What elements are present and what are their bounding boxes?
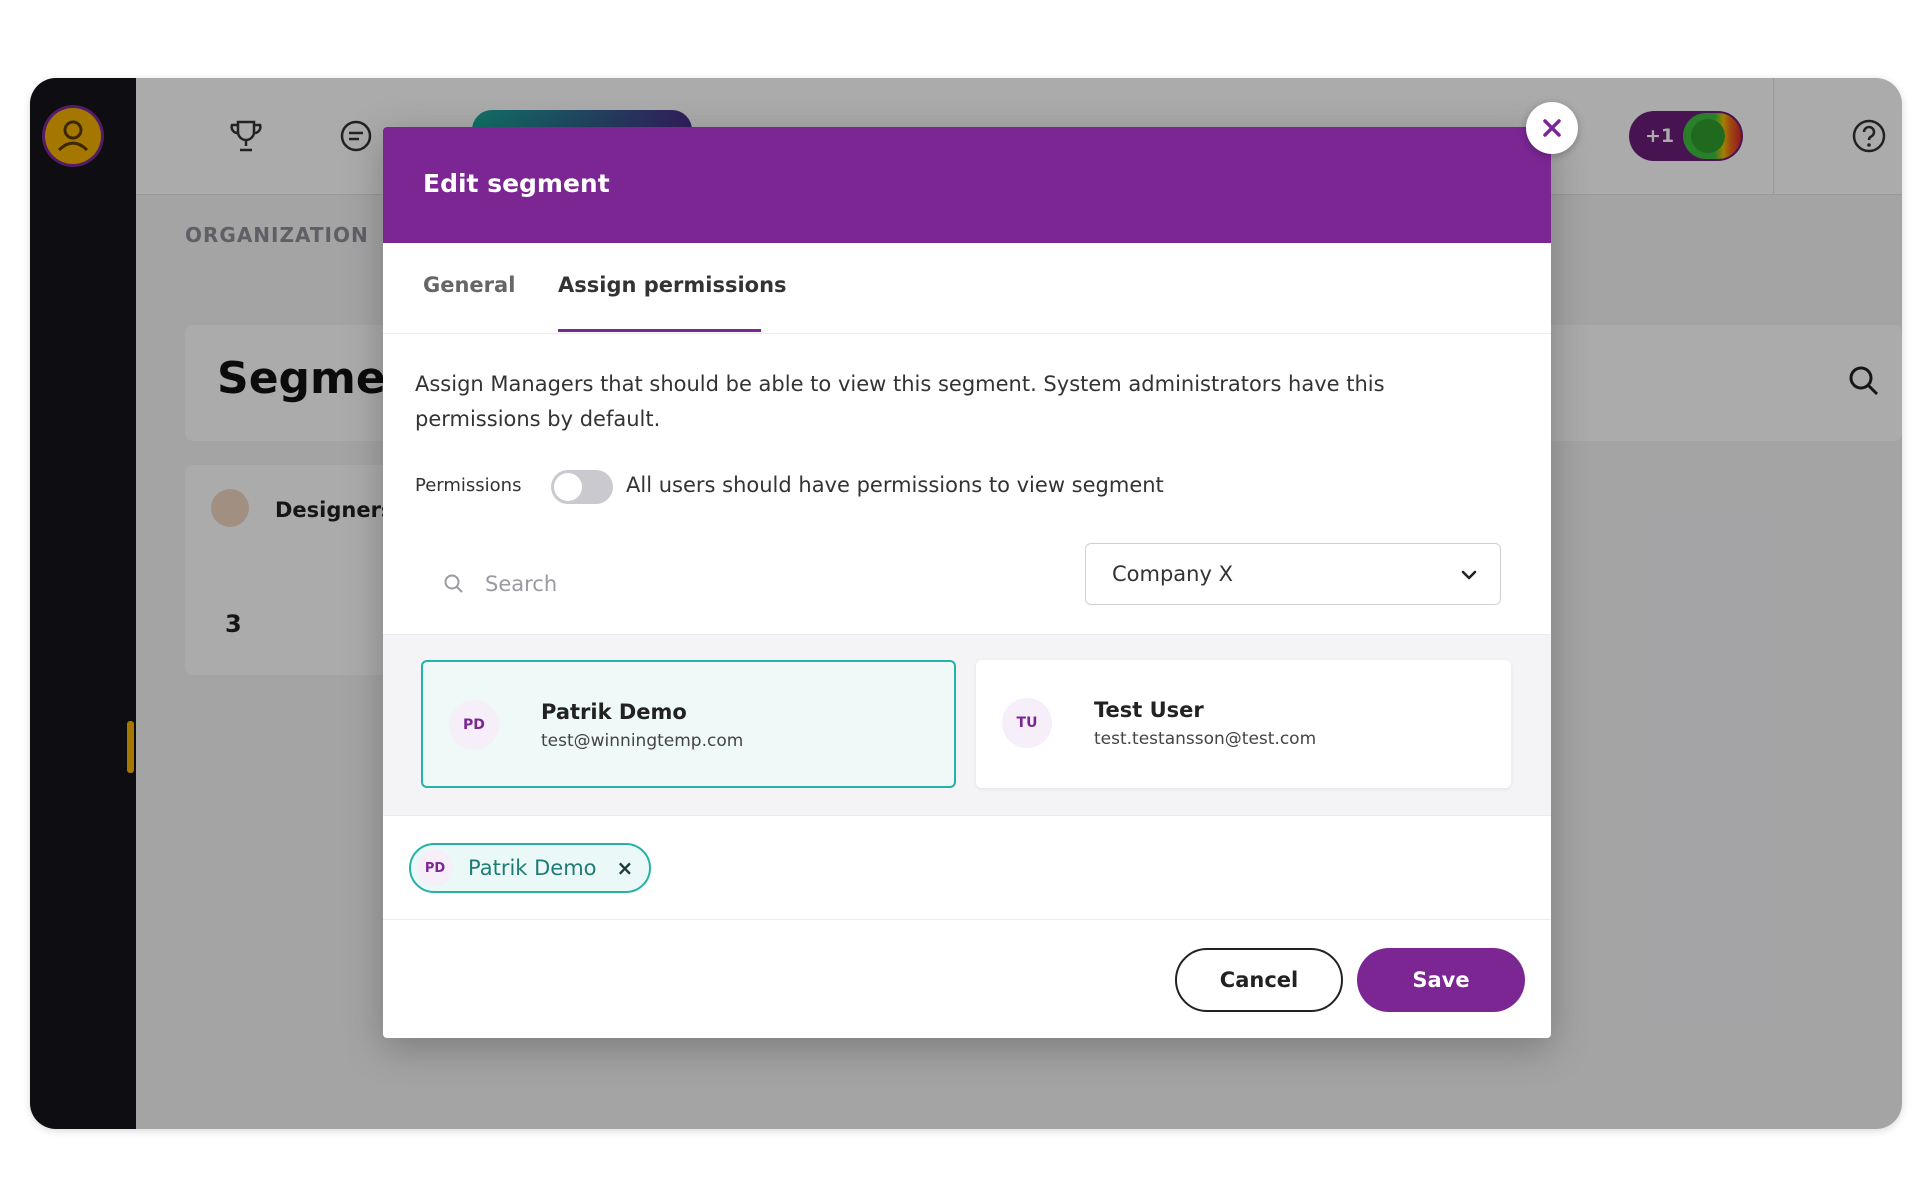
- dialog-header: Edit segment: [383, 127, 1551, 243]
- close-button[interactable]: [1526, 102, 1578, 154]
- chip-label: Patrik Demo: [468, 856, 597, 880]
- permissions-description: Assign Managers that should be able to v…: [415, 372, 1385, 431]
- user-email: test@winningtemp.com: [541, 731, 744, 751]
- chevron-down-icon: [1461, 570, 1477, 580]
- user-card-patrik-demo[interactable]: PD Patrik Demo test@winningtemp.com: [421, 660, 956, 788]
- dialog-tabs: General Assign permissions: [383, 243, 1551, 334]
- close-icon: [1543, 119, 1561, 137]
- user-name: Patrik Demo: [541, 700, 687, 724]
- remove-chip-button[interactable]: ×: [617, 856, 634, 880]
- tab-assign-permissions[interactable]: Assign permissions: [558, 273, 787, 297]
- active-tab-indicator: [558, 329, 761, 332]
- tab-general[interactable]: General: [423, 273, 515, 297]
- user-email: test.testansson@test.com: [1094, 729, 1317, 749]
- search-input[interactable]: [483, 558, 987, 610]
- all-users-toggle[interactable]: [551, 470, 613, 504]
- toggle-knob: [554, 473, 582, 501]
- footer-divider: [383, 919, 1551, 920]
- company-select-value: Company X: [1112, 562, 1233, 586]
- selected-user-chip: PD Patrik Demo ×: [409, 843, 652, 893]
- edit-segment-dialog: Edit segment General Assign permissions …: [383, 102, 1578, 1038]
- user-list: PD Patrik Demo test@winningtemp.com TU T…: [383, 634, 1551, 816]
- user-card-test-user[interactable]: TU Test User test.testansson@test.com: [976, 660, 1511, 788]
- cancel-button[interactable]: Cancel: [1175, 948, 1343, 1012]
- dialog-title: Edit segment: [423, 169, 610, 198]
- company-select[interactable]: Company X: [1085, 543, 1501, 605]
- user-search: [435, 558, 995, 610]
- permissions-label: Permissions: [415, 475, 522, 496]
- avatar: PD: [449, 700, 499, 750]
- avatar: PD: [417, 850, 453, 886]
- search-icon: [444, 574, 463, 593]
- user-name: Test User: [1094, 698, 1204, 722]
- avatar: TU: [1002, 698, 1052, 748]
- all-users-toggle-label: All users should have permissions to vie…: [626, 473, 1164, 497]
- save-button[interactable]: Save: [1357, 948, 1525, 1012]
